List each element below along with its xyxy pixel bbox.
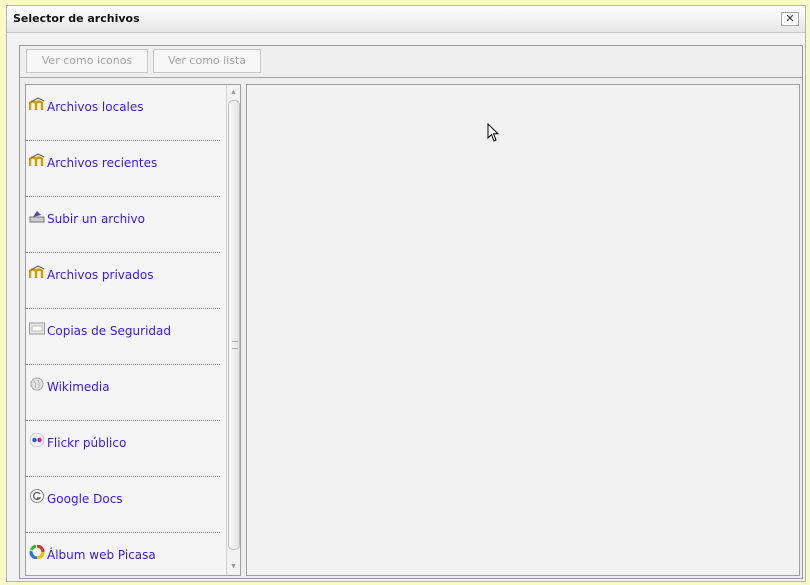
wikimedia-icon bbox=[30, 377, 44, 391]
sidebar-item-archivos-locales[interactable]: Archivos locales bbox=[26, 85, 220, 141]
mouse-cursor-icon bbox=[487, 123, 500, 142]
sidebar-item-archivos-recientes[interactable]: Archivos recientes bbox=[26, 141, 220, 197]
sidebar-item-label: Archivos locales bbox=[47, 100, 144, 114]
grip-icon bbox=[232, 341, 238, 349]
view-as-icons-button[interactable]: Ver como iconos bbox=[26, 49, 148, 73]
sidebar-item-label: Subir un archivo bbox=[47, 212, 145, 226]
sidebar-item-copias-de-seguridad[interactable]: Copias de Seguridad bbox=[26, 309, 220, 365]
picasa-icon bbox=[29, 545, 45, 559]
sidebar-scrollbar[interactable]: ▲ ▼ bbox=[226, 85, 240, 575]
scrollbar-thumb[interactable] bbox=[228, 100, 240, 550]
scroll-up-arrow-icon[interactable]: ▲ bbox=[227, 87, 240, 99]
close-button[interactable]: ✕ bbox=[781, 12, 799, 26]
sidebar-item-label: Flickr público bbox=[47, 436, 127, 450]
sidebar-item-album-web-picasa[interactable]: Álbum web Picasa bbox=[26, 533, 220, 575]
dialog-title: Selector de archivos bbox=[13, 12, 140, 25]
scroll-down-arrow-icon[interactable]: ▼ bbox=[227, 561, 240, 573]
repository-sidebar: Archivos locales Archivos recientes Subi… bbox=[25, 84, 241, 576]
dialog-titlebar[interactable]: Selector de archivos ✕ bbox=[7, 6, 805, 33]
file-list-panel[interactable] bbox=[246, 84, 800, 576]
sidebar-item-label: Wikimedia bbox=[47, 380, 110, 394]
google-icon bbox=[30, 489, 44, 503]
upload-icon bbox=[29, 211, 45, 223]
sidebar-item-subir-archivo[interactable]: Subir un archivo bbox=[26, 197, 220, 253]
sidebar-item-wikimedia[interactable]: Wikimedia bbox=[26, 365, 220, 421]
moodle-icon bbox=[29, 153, 45, 166]
sidebar-item-label: Google Docs bbox=[47, 492, 123, 506]
view-toolbar: Ver como iconos Ver como lista bbox=[20, 46, 802, 78]
view-as-list-button[interactable]: Ver como lista bbox=[153, 49, 261, 73]
sidebar-item-archivos-privados[interactable]: Archivos privados bbox=[26, 253, 220, 309]
sidebar-item-label: Archivos recientes bbox=[47, 156, 158, 170]
picker-frame: Ver como iconos Ver como lista Archivos … bbox=[19, 45, 803, 579]
sidebar-item-label: Álbum web Picasa bbox=[47, 548, 156, 562]
flickr-icon bbox=[29, 433, 45, 447]
backup-icon bbox=[29, 322, 45, 335]
file-picker-dialog: Selector de archivos ✕ Ver como iconos V… bbox=[6, 5, 806, 582]
sidebar-item-label: Archivos privados bbox=[47, 268, 154, 282]
sidebar-item-label: Copias de Seguridad bbox=[47, 324, 171, 338]
sidebar-item-flickr-publico[interactable]: Flickr público bbox=[26, 421, 220, 477]
moodle-icon bbox=[29, 265, 45, 278]
sidebar-item-google-docs[interactable]: Google Docs bbox=[26, 477, 220, 533]
moodle-icon bbox=[29, 97, 45, 110]
